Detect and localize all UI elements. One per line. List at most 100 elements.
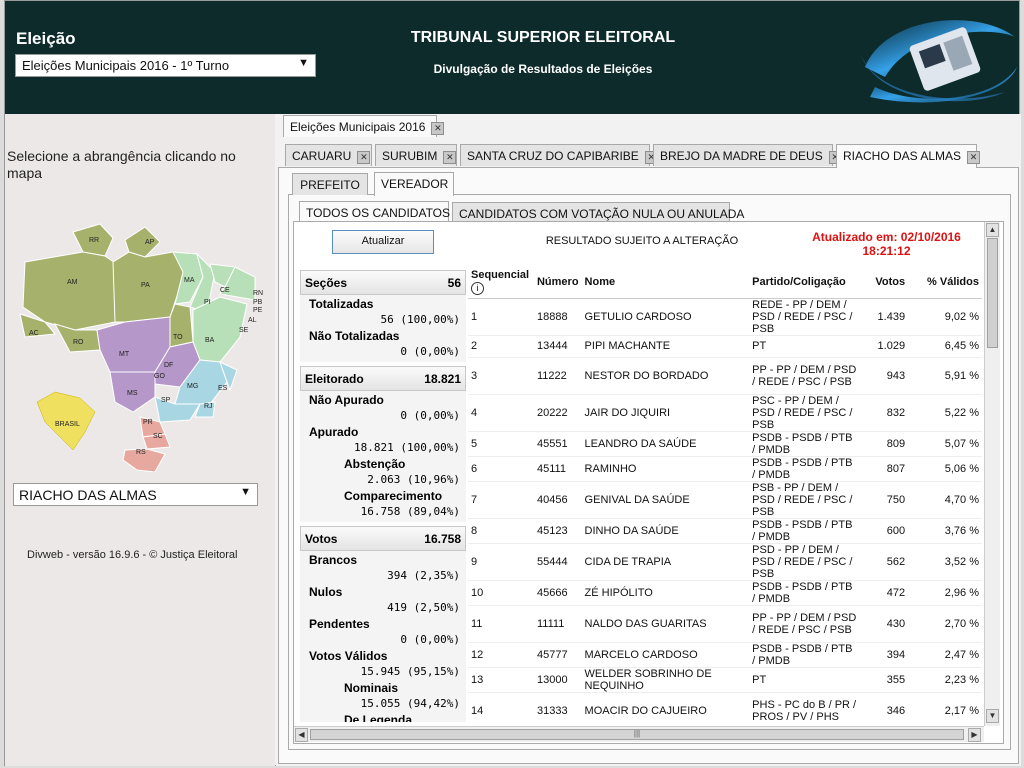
vertical-scrollbar[interactable]: ▲ ▼: [984, 222, 1000, 726]
cell-partido: PSD - PP / DEM / PSD / REDE / PSC / PSB: [749, 543, 861, 581]
state-am: [22, 251, 126, 331]
cell-nome: LEANDRO DA SAÚDE: [581, 431, 750, 457]
tab-city-caruaru[interactable]: CARUARU ✕: [285, 144, 372, 166]
tab-label: CARUARU: [292, 149, 352, 163]
city-select[interactable]: RIACHO DAS ALMAS ▼: [13, 483, 258, 506]
tab-label: TODOS OS CANDIDATOS: [306, 206, 451, 220]
cell-seq: 11: [468, 605, 534, 643]
tab-election[interactable]: Eleições Municipais 2016 ✕: [283, 115, 445, 137]
cell-nome: CIDA DE TRAPIA: [581, 543, 750, 581]
table-row[interactable]: 13 13000 WELDER SOBRINHO DE NEQUINHO PT 355 2…: [468, 667, 982, 693]
map-label: AM: [67, 279, 78, 286]
map-label: AP: [145, 239, 155, 246]
warning-text: RESULTADO SUJEITO A ALTERAÇÃO: [545, 235, 739, 247]
col-header-votos[interactable]: Votos: [860, 266, 909, 299]
cell-pct: 4,70 %: [908, 481, 982, 519]
table-header-row: Sequencial i Número Nome Partido/Coligaç…: [468, 266, 982, 299]
stats-label: Brancos: [309, 553, 358, 567]
tab-city-riacho[interactable]: RIACHO DAS ALMAS ✕: [836, 144, 981, 168]
stats-value: 0 (0,00%): [400, 409, 460, 422]
map-label: SP: [161, 397, 171, 404]
close-icon[interactable]: ✕: [431, 122, 445, 135]
cell-pct: 3,52 %: [908, 543, 982, 581]
map-label: PE: [253, 307, 263, 314]
col-header-numero[interactable]: Número: [533, 266, 582, 299]
table-row[interactable]: 8 45123 DINHO DA SAÚDE PSDB - PSDB / PTB / …: [468, 518, 982, 544]
tab-prefeito[interactable]: PREFEITO: [292, 173, 368, 195]
map-label: RS: [136, 449, 146, 456]
cell-seq: 14: [468, 692, 534, 724]
close-icon[interactable]: ✕: [967, 151, 981, 164]
table-row[interactable]: 7 40456 GENIVAL DA SAÚDE PSB - PP / DEM / P…: [468, 481, 982, 519]
scroll-left-icon[interactable]: ◀: [295, 728, 308, 742]
cell-pct: 2,23 %: [908, 667, 982, 693]
table-row[interactable]: 3 11222 NESTOR DO BORDADO PP - PP / DEM / P…: [468, 357, 982, 395]
horizontal-scrollbar[interactable]: ◀ ||| ▶: [294, 726, 984, 742]
col-header-nome[interactable]: Nome: [581, 266, 750, 299]
map-label: GO: [154, 373, 165, 380]
dropdown-arrow-icon: ▼: [240, 486, 251, 498]
cell-seq: 3: [468, 357, 534, 395]
cell-partido: PSDB - PSDB / PTB / PMDB: [749, 642, 861, 668]
map-label: CE: [220, 287, 230, 294]
map-label: MA: [184, 277, 195, 284]
horizontal-scroll-thumb[interactable]: |||: [310, 729, 964, 740]
close-icon[interactable]: ✕: [443, 151, 457, 164]
brazil-map[interactable]: RR AP AM PA MA CE RN PB PE AL SE PI AC R…: [15, 222, 270, 472]
tab-city-santa-cruz[interactable]: SANTA CRUZ DO CAPIBARIBE ✕: [460, 144, 658, 166]
scroll-right-icon[interactable]: ▶: [968, 728, 981, 742]
table-row[interactable]: 14 31333 MOACIR DO CAJUEIRO PHS - PC do B /…: [468, 692, 982, 724]
stats-label: Votos: [305, 532, 338, 546]
cell-numero: 11222: [533, 357, 582, 395]
col-header-pct[interactable]: % Válidos: [908, 266, 982, 299]
info-icon[interactable]: i: [471, 281, 484, 295]
table-row[interactable]: 12 45777 MARCELO CARDOSO PSDB - PSDB / PTB …: [468, 642, 982, 668]
stats-label: Totalizadas: [309, 297, 374, 311]
vertical-scroll-thumb[interactable]: [987, 238, 998, 348]
col-header-partido[interactable]: Partido/Coligação: [749, 266, 861, 299]
stats-label: Seções: [305, 276, 348, 290]
candidates-table: Sequencial i Número Nome Partido/Coligaç…: [468, 266, 982, 724]
table-row[interactable]: 5 45551 LEANDRO DA SAÚDE PSDB - PSDB / PTB …: [468, 431, 982, 457]
table-row[interactable]: 4 20222 JAIR DO JIQUIRI PSC - PP / DEM / PS…: [468, 394, 982, 432]
col-header-label: Sequencial: [471, 268, 530, 281]
tab-city-brejo[interactable]: BREJO DA MADRE DE DEUS✕: [653, 144, 842, 166]
cell-seq: 6: [468, 456, 534, 482]
cell-seq: 12: [468, 642, 534, 668]
cell-partido: PP - PP / DEM / PSD / REDE / PSC / PSB: [749, 605, 861, 643]
tab-todos-candidatos[interactable]: TODOS OS CANDIDATOS: [299, 201, 451, 223]
tab-vereador[interactable]: VEREADOR: [374, 172, 454, 196]
stats-value: 394 (2,35%): [387, 569, 460, 582]
cell-nome: NALDO DAS GUARITAS: [581, 605, 750, 643]
table-row[interactable]: 1 18888 GETULIO CARDOSO REDE - PP / DEM / P…: [468, 298, 982, 336]
cell-seq: 2: [468, 335, 534, 358]
stats-value: 0 (0,00%): [400, 633, 460, 646]
cell-partido: PP - PP / DEM / PSD / REDE / PSC / PSB: [749, 357, 861, 395]
scroll-up-icon[interactable]: ▲: [986, 223, 999, 237]
cell-seq: 7: [468, 481, 534, 519]
stats-label: Nominais: [344, 681, 399, 695]
table-row[interactable]: 9 55444 CIDA DE TRAPIA PSD - PP / DEM / PSD…: [468, 543, 982, 581]
tab-label: CANDIDATOS COM VOTAÇÃO NULA OU ANULADA: [459, 207, 745, 221]
updated-date: Atualizado em: 02/10/2016: [812, 230, 961, 244]
update-button[interactable]: Atualizar: [332, 230, 434, 254]
cell-numero: 45123: [533, 518, 582, 544]
scroll-down-icon[interactable]: ▼: [986, 709, 999, 723]
tab-city-surubim[interactable]: SURUBIM ✕: [375, 144, 457, 166]
stats-value: 16.758 (89,04%): [360, 505, 460, 518]
cell-nome: NESTOR DO BORDADO: [581, 357, 750, 395]
cell-numero: 45111: [533, 456, 582, 482]
col-header-seq[interactable]: Sequencial i: [468, 266, 534, 299]
cell-pct: 5,07 %: [908, 431, 982, 457]
table-row[interactable]: 11 11111 NALDO DAS GUARITAS PP - PP / DEM /…: [468, 605, 982, 643]
table-row[interactable]: 6 45111 RAMINHO PSDB - PSDB / PTB / PMDB 807…: [468, 456, 982, 482]
stats-header-eleitorado: Eleitorado 18.821: [300, 366, 466, 391]
table-row[interactable]: 10 45666 ZÉ HIPÓLITO PSDB - PSDB / PTB / PM…: [468, 580, 982, 606]
tab-label: VEREADOR: [381, 177, 449, 191]
close-icon[interactable]: ✕: [357, 151, 371, 164]
election-select[interactable]: Eleições Municipais 2016 - 1º Turno ▼: [15, 54, 316, 77]
cell-seq: 1: [468, 298, 534, 336]
cell-votos: 355: [860, 667, 909, 693]
cell-nome: GENIVAL DA SAÚDE: [581, 481, 750, 519]
table-row[interactable]: 2 13444 PIPI MACHANTE PT 1.029 6,45 %: [468, 335, 982, 358]
